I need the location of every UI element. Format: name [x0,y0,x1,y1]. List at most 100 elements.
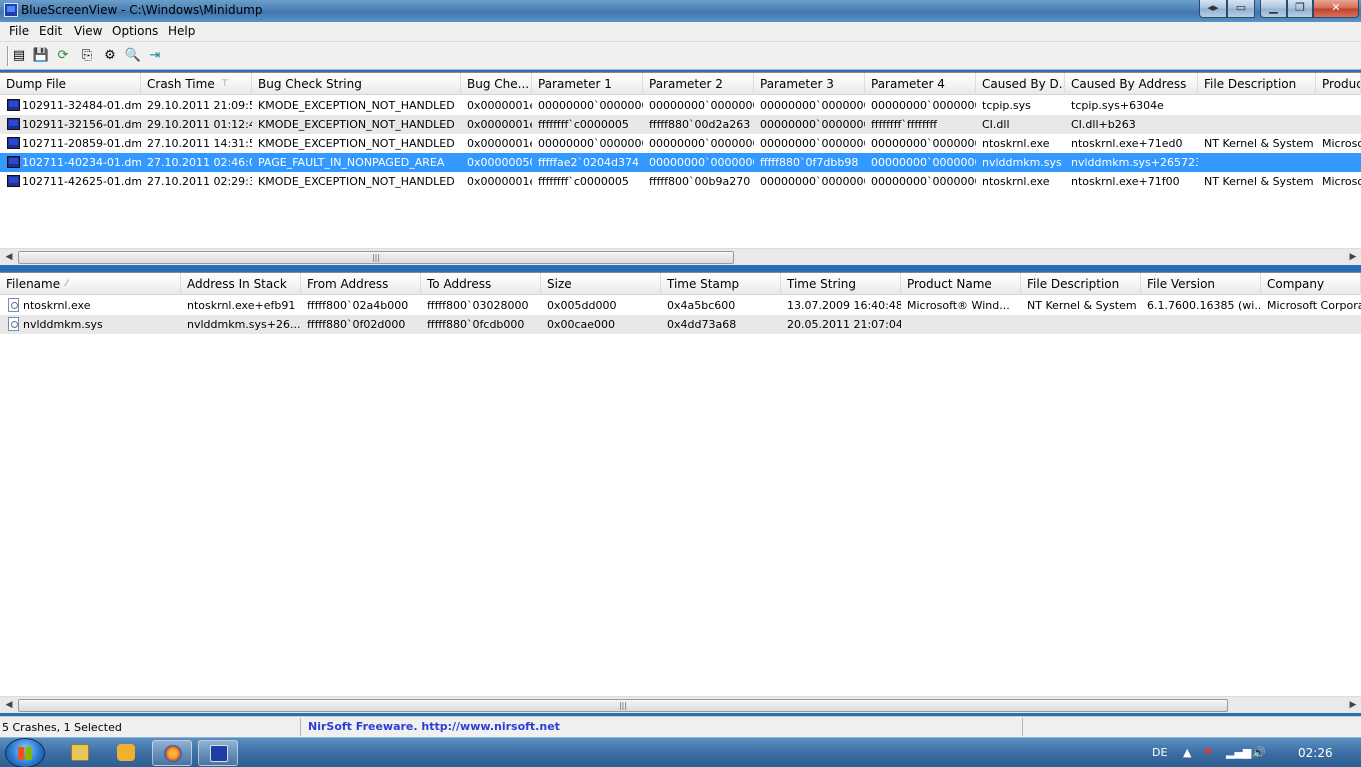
column-bug-check-code[interactable]: Bug Che... [461,73,532,95]
column-parameter-2[interactable]: Parameter 2 [643,73,754,95]
crash-cell [1198,115,1316,134]
column-product[interactable]: Product [1316,73,1361,95]
module-cell: 0x00cae000 [547,318,616,331]
column-caused-by-address[interactable]: Caused By Address [1065,73,1198,95]
column-time-string[interactable]: Time String [781,273,901,295]
crash-list[interactable]: Dump File Crash Time ⊤ Bug Check String B… [0,72,1361,250]
crash-cell: ntoskrnl.exe+71f00 [1071,175,1180,188]
column-product-name[interactable]: Product Name [901,273,1021,295]
crash-cell: 27.10.2011 02:46:05 [147,156,252,169]
language-indicator[interactable]: DE [1152,746,1167,759]
menu-file[interactable]: File [8,24,30,38]
column-parameter-1[interactable]: Parameter 1 [532,73,643,95]
crash-cell: 102711-40234-01.dmp [22,156,141,169]
column-caused-by-driver[interactable]: Caused By D... [976,73,1065,95]
column-crash-time[interactable]: Crash Time ⊤ [141,73,252,95]
menu-options[interactable]: Options [111,24,159,38]
crash-cell: 00000000`00000000 [871,137,976,150]
taskbar-firefox[interactable] [152,740,192,766]
column-file-description[interactable]: File Description [1198,73,1316,95]
bluescreenview-icon [210,745,228,762]
crash-cell [1316,96,1361,115]
close-button[interactable]: ✕ [1313,0,1359,18]
menu-view[interactable]: View [73,24,103,38]
module-list[interactable]: Filename ⁄ Address In Stack From Address … [0,272,1361,696]
column-filename-label: Filename [6,277,61,291]
crash-cell: 0x0000001e [467,99,532,112]
clock[interactable]: 02:26 [1298,746,1333,760]
crash-list-header: Dump File Crash Time ⊤ Bug Check String B… [0,73,1361,95]
column-module-file-description[interactable]: File Description [1021,273,1141,295]
taskbar-bluescreenview[interactable] [198,740,238,766]
column-filename[interactable]: Filename ⁄ [0,273,181,295]
column-address-in-stack[interactable]: Address In Stack [181,273,301,295]
crash-cell: 00000000`00000000 [649,99,754,112]
crash-row[interactable]: 102911-32484-01.dmp 29.10.2011 21:09:56 KM… [0,96,1361,115]
properties-icon[interactable]: ▤ [10,46,28,64]
crash-row[interactable]: 102711-42625-01.dmp 27.10.2011 02:29:33 KM… [0,172,1361,191]
crash-row[interactable]: 102711-20859-01.dmp 27.10.2011 14:31:58 KM… [0,134,1361,153]
column-parameter-4[interactable]: Parameter 4 [865,73,976,95]
menu-help[interactable]: Help [167,24,196,38]
module-cell: fffff880`0fcdb000 [427,318,525,331]
column-company[interactable]: Company [1261,273,1361,295]
module-cell: fffff800`03028000 [427,299,529,312]
crash-cell: CI.dll+b263 [1071,118,1136,131]
column-size[interactable]: Size [541,273,661,295]
scroll-left-icon[interactable]: ◀ [2,251,16,264]
copy-icon[interactable]: ⎘ [78,46,96,64]
taskbar: DE ▲ ⚑ ▂▄▆ 🔊 02:26 [0,737,1361,767]
toolbar: ▤ 💾 ⟳ ⎘ ⚙ 🔍 ⇥ [0,42,1361,70]
restore-tab-icon[interactable]: ▭ [1227,0,1255,18]
crash-cell: 102711-20859-01.dmp [22,137,141,150]
taskbar-explorer[interactable] [60,740,100,766]
show-hidden-icons-icon[interactable]: ▲ [1183,746,1191,759]
crash-row[interactable]: 102711-40234-01.dmp 27.10.2011 02:46:05 PA… [0,153,1361,172]
refresh-icon[interactable]: ⟳ [54,46,72,64]
nav-back-icon[interactable]: ◂▸ [1199,0,1227,18]
toolbar-separator [7,46,9,66]
column-dump-file[interactable]: Dump File [0,73,141,95]
advanced-options-icon[interactable]: ⚙ [101,46,119,64]
crash-list-hscrollbar[interactable]: ◀ ||| ▶ [0,248,1361,265]
column-crash-time-label: Crash Time [147,77,215,91]
crash-cell: 0x00000050 [467,156,532,169]
exit-icon[interactable]: ⇥ [146,46,164,64]
crash-cell: 29.10.2011 21:09:56 [147,99,252,112]
status-count: 5 Crashes, 1 Selected [2,721,122,734]
scroll-thumb[interactable]: ||| [18,251,734,264]
crash-cell: KMODE_EXCEPTION_NOT_HANDLED [258,175,455,188]
crash-cell [1316,153,1361,172]
minimize-button[interactable]: ▁ [1260,0,1287,18]
column-bug-check-string[interactable]: Bug Check String [252,73,461,95]
crash-cell: 00000000`00000000 [871,175,976,188]
menu-edit[interactable]: Edit [38,24,63,38]
module-list-hscrollbar[interactable]: ◀ ||| ▶ [0,696,1361,713]
crash-cell: tcpip.sys+6304e [1071,99,1164,112]
column-from-address[interactable]: From Address [301,273,421,295]
start-button[interactable] [5,738,45,767]
volume-icon[interactable]: 🔊 [1252,746,1266,759]
module-row[interactable]: nvlddmkm.sys nvlddmkm.sys+26... fffff880`0… [0,315,1361,334]
scroll-thumb[interactable]: ||| [18,699,1228,712]
taskbar-media-player[interactable] [106,740,146,766]
column-to-address[interactable]: To Address [421,273,541,295]
column-file-version[interactable]: File Version [1141,273,1261,295]
crash-cell [1198,96,1316,115]
crash-row[interactable]: 102911-32156-01.dmp 29.10.2011 01:12:44 KM… [0,115,1361,134]
network-icon[interactable]: ▂▄▆ [1226,746,1251,759]
column-parameter-3[interactable]: Parameter 3 [754,73,865,95]
module-row[interactable]: ntoskrnl.exe ntoskrnl.exe+efb91 fffff800`0… [0,296,1361,315]
status-divider [1022,718,1023,736]
scroll-right-icon[interactable]: ▶ [1346,251,1360,264]
save-icon[interactable]: 💾 [32,46,50,64]
action-center-flag-icon[interactable]: ⚑ [1203,746,1213,759]
scroll-left-icon[interactable]: ◀ [2,699,16,712]
crash-cell: nvlddmkm.sys [982,156,1062,169]
crash-cell: ntoskrnl.exe+71ed0 [1071,137,1183,150]
maximize-button[interactable]: ❐ [1287,0,1313,18]
nirsoft-link[interactable]: NirSoft Freeware. http://www.nirsoft.net [308,720,560,733]
scroll-right-icon[interactable]: ▶ [1346,699,1360,712]
find-icon[interactable]: 🔍 [124,46,142,64]
column-time-stamp[interactable]: Time Stamp [661,273,781,295]
